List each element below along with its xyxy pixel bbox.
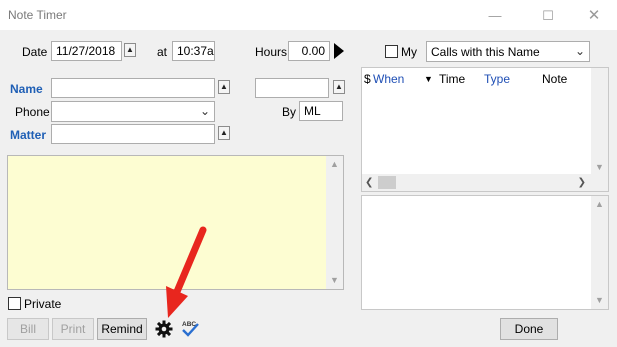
scroll-down-icon[interactable]: ▼ [326,272,343,289]
name-field[interactable] [51,78,215,98]
name-lookup-icon[interactable]: ▲ [218,80,230,94]
call-note-preview[interactable]: ▲ ▼ [361,195,609,310]
calls-filter-value: Calls with this Name [431,45,540,59]
matter-label: Matter [10,128,47,142]
column-header-type[interactable]: Type [484,72,510,86]
calls-list[interactable]: $ When ▼ Time Type Note ▼ ❮ ❯ [361,67,609,192]
phone-dropdown[interactable]: ⌄ [51,101,215,122]
start-timer-icon[interactable] [333,42,345,60]
private-checkbox[interactable] [8,297,21,310]
chevron-down-icon: ⌄ [574,44,585,58]
private-label: Private [24,297,62,311]
window-title: Note Timer [8,8,67,22]
calls-filter-dropdown[interactable]: Calls with this Name ⌄ [426,41,590,62]
hours-field[interactable]: 0.00 [288,41,330,61]
phone-label: Phone [15,105,50,119]
calls-list-hscrollbar[interactable]: ❮ ❯ [362,174,608,191]
at-label: at [157,45,168,59]
by-field[interactable]: ML [299,101,343,121]
chevron-down-icon: ⌄ [199,104,210,118]
column-header-billable[interactable]: $ [364,72,371,86]
close-icon[interactable]: ✕ [586,8,602,24]
scroll-up-icon[interactable]: ▲ [591,196,608,213]
date-field[interactable]: 11/27/2018 [51,41,122,61]
scroll-down-icon[interactable]: ▼ [591,162,608,172]
sort-descending-icon: ▼ [424,74,433,84]
spellcheck-icon[interactable]: ABC [180,319,200,337]
matter-field[interactable] [51,124,215,144]
calls-list-vscrollbar[interactable]: ▼ [591,68,608,175]
matter-lookup-icon[interactable]: ▲ [218,126,230,140]
extra-lookup-icon[interactable]: ▲ [333,80,345,94]
column-header-when[interactable]: When [373,72,404,86]
hscroll-thumb[interactable] [378,176,396,189]
maximize-icon[interactable]: ☐ [540,8,556,24]
scroll-down-icon[interactable]: ▼ [591,292,608,309]
minimize-icon[interactable]: — [487,8,503,24]
preview-scrollbar[interactable]: ▲ ▼ [591,196,608,309]
column-header-time[interactable]: Time [439,72,465,86]
print-button[interactable]: Print [52,318,94,340]
notes-scrollbar[interactable]: ▲ ▼ [326,156,343,289]
title-bar [0,0,617,31]
date-spin-up-icon[interactable]: ▲ [124,43,136,57]
red-arrow-annotation [166,226,207,318]
my-label: My [401,45,417,59]
bill-button[interactable]: Bill [7,318,49,340]
remind-button[interactable]: Remind [97,318,147,340]
scroll-right-icon[interactable]: ❯ [578,174,586,191]
column-header-note[interactable]: Note [542,72,567,86]
extra-field[interactable] [255,78,329,98]
gear-icon[interactable] [155,320,173,338]
my-checkbox[interactable] [385,45,398,58]
scroll-up-icon[interactable]: ▲ [326,156,343,173]
name-label: Name [10,82,43,96]
by-label: By [282,105,297,119]
date-label: Date [22,45,48,59]
time-field[interactable]: 10:37a [172,41,215,61]
hours-label: Hours [255,45,288,59]
done-button[interactable]: Done [500,318,558,340]
scroll-left-icon[interactable]: ❮ [365,174,373,191]
